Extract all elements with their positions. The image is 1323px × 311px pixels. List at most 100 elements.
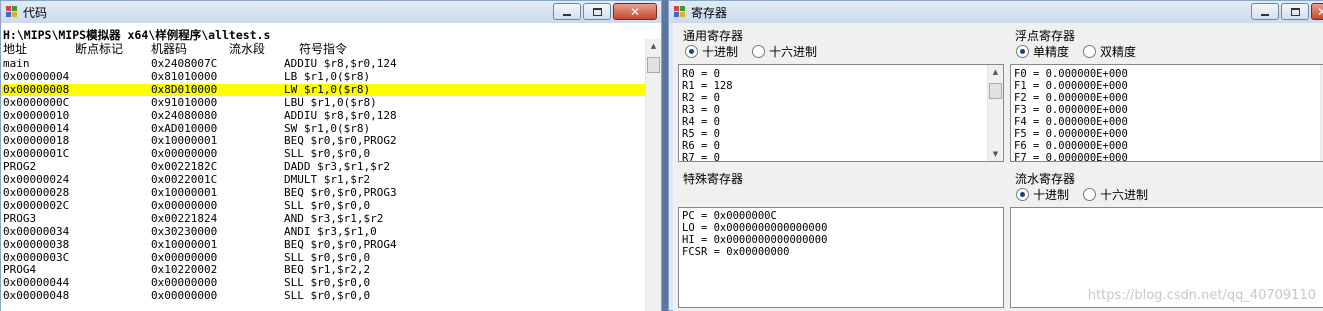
minimize-icon <box>563 13 571 16</box>
hex-radio-label[interactable]: 十六进制 <box>769 43 817 60</box>
code-row[interactable]: 0x00000008 0x8D010000 LW $r1,0($r8) <box>1 82 645 96</box>
register-line: R6 = 0 <box>682 140 720 152</box>
code-listing[interactable]: H:\MIPS\MIPS模拟器 x64\样例程序\alltest.s 地址 断点… <box>1 23 661 311</box>
address-cell: 0x00000028 <box>3 186 70 199</box>
machine-code-cell: 0x10000001 <box>151 237 218 251</box>
register-line: R1 = 128 <box>682 80 733 92</box>
code-row[interactable]: 0x0000003C 0x00000000 SLL $r0,$r0,0 <box>1 250 645 264</box>
instruction-cell: AND $r3,$r1,$r2 <box>284 211 384 225</box>
maximize-button[interactable] <box>583 3 611 20</box>
machine-code-cell: 0x81010000 <box>151 69 218 83</box>
pipeline-hex-radio[interactable] <box>1083 188 1097 201</box>
code-row[interactable]: PROG3 0x00221824 AND $r3,$r1,$r2 <box>1 211 645 225</box>
machine-code-cell: 0x00000000 <box>151 147 218 161</box>
scroll-up-icon[interactable]: ▲ <box>646 39 661 53</box>
code-row[interactable]: 0x0000001C 0x00000000 SLL $r0,$r0,0 <box>1 148 645 160</box>
header-machine-code: 机器码 <box>151 42 188 56</box>
address-cell: 0x00000024 <box>3 173 70 187</box>
app-icon <box>6 6 18 18</box>
code-row[interactable]: 0x00000010 0x24080080 ADDIU $r8,$r0,128 <box>1 108 645 122</box>
register-line: F1 = 0.000000E+000 <box>1014 80 1128 92</box>
machine-code-cell: 0x00000000 <box>151 198 218 212</box>
header-breakpoint: 断点标记 <box>75 42 124 56</box>
instruction-cell: BEQ $r1,$r2,2 <box>284 263 371 277</box>
code-row[interactable]: 0x00000038 0x10000001 BEQ $r0,$r0,PROG4 <box>1 237 645 251</box>
register-line: R3 = 0 <box>682 104 720 116</box>
address-cell: 0x00000048 <box>3 289 70 303</box>
machine-code-cell: 0x24080080 <box>151 108 218 122</box>
code-scrollbar[interactable]: ▲ <box>645 39 661 311</box>
scroll-down-icon[interactable]: ▼ <box>988 147 1003 161</box>
general-scrollbar[interactable]: ▲ ▼ <box>987 65 1003 161</box>
decimal-radio-label[interactable]: 十进制 <box>702 43 738 60</box>
address-cell: PROG2 <box>3 160 37 174</box>
code-row[interactable]: PROG2 0x0022182C DADD $r3,$r1,$r2 <box>1 161 645 173</box>
register-line: R7 = 0 <box>682 152 720 162</box>
minimize-button[interactable] <box>1251 3 1279 20</box>
machine-code-cell: 0x2408007C <box>151 57 218 70</box>
register-line: FCSR = 0x00000000 <box>682 246 790 258</box>
register-line: R0 = 0 <box>682 68 720 80</box>
header-address: 地址 <box>3 42 28 56</box>
code-row[interactable]: 0x00000044 0x00000000 SLL $r0,$r0,0 <box>1 277 645 289</box>
scroll-thumb[interactable] <box>647 57 660 73</box>
scroll-thumb[interactable] <box>989 83 1002 99</box>
register-window: 寄存器 ✕ 通用寄存器 十进制 十六进制 R0 = 0 R1 = 128 R2 = … <box>668 0 1323 311</box>
address-cell: 0x00000008 <box>3 82 70 96</box>
watermark: https://blog.csdn.net/qq_40709110 <box>1087 288 1316 303</box>
pipeline-decimal-label[interactable]: 十进制 <box>1033 186 1069 203</box>
double-precision-label[interactable]: 双精度 <box>1100 43 1136 60</box>
code-row[interactable]: 0x00000018 0x10000001 BEQ $r0,$r0,PROG2 <box>1 135 645 147</box>
code-row[interactable]: 0x00000048 0x00000000 SLL $r0,$r0,0 <box>1 290 645 302</box>
close-icon: ✕ <box>1316 4 1323 19</box>
address-cell: 0x00000044 <box>3 276 70 290</box>
code-row[interactable]: 0x00000034 0x30230000 ANDI $r3,$r1,0 <box>1 225 645 238</box>
single-precision-label[interactable]: 单精度 <box>1033 43 1069 60</box>
code-row[interactable]: 0x0000002C 0x00000000 SLL $r0,$r0,0 <box>1 198 645 212</box>
instruction-cell: SLL $r0,$r0,0 <box>284 147 371 161</box>
register-line: F4 = 0.000000E+000 <box>1014 116 1128 128</box>
special-registers-title: 特殊寄存器 <box>683 172 744 186</box>
address-cell: 0x00000010 <box>3 108 70 122</box>
pipeline-hex-label[interactable]: 十六进制 <box>1100 186 1148 203</box>
register-window-title: 寄存器 <box>691 5 728 20</box>
code-row[interactable]: 0x00000014 0xAD010000 SW $r1,0($r8) <box>1 122 645 135</box>
code-row[interactable]: 0x00000004 0x81010000 LB $r1,0($r8) <box>1 69 645 83</box>
register-window-titlebar[interactable]: 寄存器 ✕ <box>669 1 1323 23</box>
register-panel: 通用寄存器 十进制 十六进制 R0 = 0 R1 = 128 R2 = 0 R3 = … <box>673 23 1323 311</box>
machine-code-cell: 0x00000000 <box>151 289 218 303</box>
general-registers-list[interactable]: R0 = 0 R1 = 128 R2 = 0 R3 = 0 R4 = 0 R5 = 0 R6… <box>678 64 1004 162</box>
pipeline-registers-title: 流水寄存器 <box>1015 172 1076 186</box>
special-registers-list[interactable]: PC = 0x0000000C LO = 0x0000000000000000 HI… <box>678 207 1004 308</box>
general-radix-group: 十进制 十六进制 <box>685 43 831 60</box>
hex-radio[interactable] <box>752 45 766 58</box>
pipeline-decimal-radio[interactable] <box>1016 188 1029 201</box>
address-cell: main <box>3 57 30 70</box>
machine-code-cell: 0x8D010000 <box>151 82 218 96</box>
double-precision-radio[interactable] <box>1083 45 1097 58</box>
instruction-cell: LBU $r1,0($r8) <box>284 95 377 109</box>
code-row[interactable]: main 0x2408007C ADDIU $r8,$r0,124 <box>1 58 645 70</box>
minimize-button[interactable] <box>553 3 581 20</box>
register-line: F7 = 0.000000E+000 <box>1014 152 1128 162</box>
instruction-cell: BEQ $r0,$r0,PROG3 <box>284 186 397 199</box>
machine-code-cell: 0x00221824 <box>151 211 218 225</box>
register-line: F0 = 0.000000E+000 <box>1014 68 1128 80</box>
instruction-cell: SLL $r0,$r0,0 <box>284 198 371 212</box>
address-cell: 0x0000003C <box>3 250 70 264</box>
code-window-titlebar[interactable]: 代码 ✕ <box>1 1 661 23</box>
code-row[interactable]: 0x00000024 0x0022001C DMULT $r1,$r2 <box>1 174 645 186</box>
register-line: LO = 0x0000000000000000 <box>682 222 828 234</box>
maximize-button[interactable] <box>1281 3 1309 20</box>
code-row[interactable]: 0x00000028 0x10000001 BEQ $r0,$r0,PROG3 <box>1 187 645 199</box>
close-button[interactable]: ✕ <box>1311 3 1323 20</box>
single-precision-radio[interactable] <box>1016 45 1029 58</box>
float-registers-list[interactable]: F0 = 0.000000E+000 F1 = 0.000000E+000 F2 =… <box>1010 64 1323 162</box>
register-line: F5 = 0.000000E+000 <box>1014 128 1128 140</box>
code-row[interactable]: 0x0000000C 0x91010000 LBU $r1,0($r8) <box>1 95 645 109</box>
close-button[interactable]: ✕ <box>613 3 657 20</box>
scroll-up-icon[interactable]: ▲ <box>988 65 1003 79</box>
code-row[interactable]: PROG4 0x10220002 BEQ $r1,$r2,2 <box>1 264 645 276</box>
decimal-radio[interactable] <box>685 45 698 58</box>
address-cell: 0x0000000C <box>3 95 70 109</box>
